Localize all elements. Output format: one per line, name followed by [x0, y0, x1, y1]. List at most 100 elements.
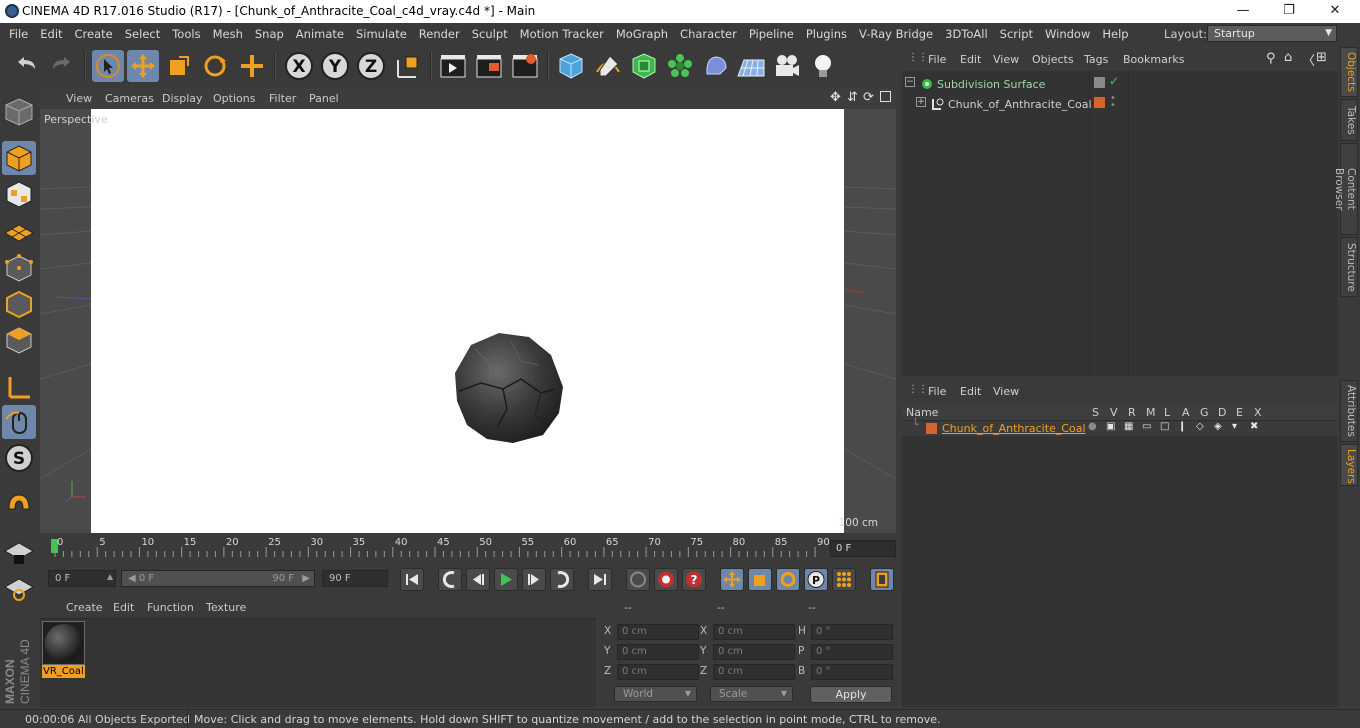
menu-v-ray-bridge[interactable]: V-Ray Bridge — [853, 23, 939, 45]
search-icon[interactable]: ⚲ — [1266, 51, 1276, 66]
layer-column-v[interactable]: V — [1110, 406, 1118, 419]
current-frame-field[interactable]: 0 F — [830, 540, 896, 557]
new-window-icon[interactable]: ⊞ — [1316, 50, 1327, 65]
viewport-menu-filter[interactable]: Filter — [269, 92, 296, 105]
layer-column-a[interactable]: A — [1182, 406, 1190, 419]
menu-render[interactable]: Render — [413, 23, 466, 45]
coord-value-field[interactable]: 0 ° — [811, 624, 893, 640]
layer-row[interactable]: └ Chunk_of_Anthracite_Coal ● ▣ ▦ ▭ □ ❙ ◇ ◈ ▾ ✖ — [902, 418, 1338, 436]
timeline-ruler[interactable]: 0 5 10 15 20 25 30 35 40 45 50 55 60 65 70 75 80 85 90 — [40, 535, 896, 565]
viewport-menu-cameras[interactable]: Cameras — [105, 92, 154, 105]
rotate-tool-button[interactable] — [199, 50, 231, 82]
start-frame-spinner-icon[interactable]: ▲ — [107, 572, 113, 581]
solo-icon[interactable]: ● — [1088, 421, 1097, 432]
go-to-start-button[interactable] — [400, 568, 424, 591]
layer-color-chip[interactable] — [1094, 97, 1105, 108]
object-menu-bookmarks[interactable]: Bookmarks — [1123, 53, 1184, 66]
render-settings-button[interactable] — [509, 50, 541, 82]
menu-simulate[interactable]: Simulate — [350, 23, 413, 45]
edges-mode-button[interactable] — [2, 287, 36, 321]
deformers-icon[interactable]: ◈ — [1214, 421, 1222, 432]
magnet-button[interactable] — [2, 487, 36, 521]
material-menu-edit[interactable]: Edit — [113, 601, 134, 614]
texture-mode-button[interactable] — [2, 177, 36, 211]
move-tool-button[interactable] — [127, 50, 159, 82]
menu-window[interactable]: Window — [1039, 23, 1096, 45]
previous-frame-button[interactable] — [466, 568, 490, 591]
layer-column-e[interactable]: E — [1236, 406, 1243, 419]
viewport-menu-view[interactable]: View — [66, 92, 92, 105]
viewport-menu-display[interactable]: Display — [162, 92, 203, 105]
menu-script[interactable]: Script — [994, 23, 1039, 45]
subdivision-surface-button[interactable] — [628, 50, 660, 82]
coordinate-space-dropdown[interactable]: World ▼ — [614, 686, 697, 702]
collapse-icon[interactable]: − — [905, 77, 915, 87]
tab-layers[interactable]: Layers — [1340, 444, 1358, 486]
layer-column-m[interactable]: M — [1146, 406, 1156, 419]
coord-value-field[interactable]: 0 cm — [713, 644, 795, 660]
object-menu-file[interactable]: File — [928, 53, 946, 66]
coord-value-field[interactable]: 0 cm — [713, 624, 795, 640]
polygons-mode-button[interactable] — [2, 323, 36, 357]
visibility-toggle-icon[interactable] — [1094, 77, 1105, 88]
layer-column-name[interactable]: Name — [906, 406, 938, 419]
object-menu-tags[interactable]: Tags — [1084, 53, 1108, 66]
menu-pipeline[interactable]: Pipeline — [743, 23, 800, 45]
visible-icon[interactable]: ▣ — [1106, 421, 1115, 432]
layer-column-x[interactable]: X — [1254, 406, 1262, 419]
restore-icon[interactable]: ❐ — [1266, 0, 1312, 23]
floor-button[interactable] — [735, 50, 767, 82]
timeline-window-button[interactable] — [870, 568, 894, 591]
material-thumbnail[interactable] — [42, 621, 85, 665]
viewport-maximize-icon[interactable] — [880, 91, 891, 102]
panel-grip-icon[interactable]: ⋮⋮ — [908, 384, 928, 395]
keyframe-selection-button[interactable]: ? — [682, 568, 706, 591]
autokeying-button[interactable] — [654, 568, 678, 591]
cube-primitive-button[interactable] — [555, 50, 587, 82]
layer-column-r[interactable]: R — [1128, 406, 1136, 419]
key-position-button[interactable] — [720, 568, 744, 591]
home-icon[interactable]: ⌂ — [1284, 50, 1292, 65]
object-row-subdivision-surface[interactable]: − Subdivision Surface ✓ — [902, 74, 1338, 94]
tab-takes[interactable]: Takes — [1340, 99, 1358, 141]
undo-button[interactable] — [10, 50, 42, 82]
layer-column-d[interactable]: D — [1218, 406, 1226, 419]
menu-mograph[interactable]: MoGraph — [610, 23, 674, 45]
previous-key-button[interactable] — [438, 568, 462, 591]
animation-icon[interactable]: ❙ — [1178, 421, 1186, 432]
coord-value-field[interactable]: 0 cm — [617, 664, 699, 680]
next-key-button[interactable] — [550, 568, 574, 591]
manager-icon[interactable]: ▭ — [1142, 421, 1151, 432]
anthracite-coal-model[interactable] — [451, 331, 567, 447]
layer-menu-edit[interactable]: Edit — [960, 385, 981, 398]
panel-grip-icon[interactable]: ⋮⋮ — [908, 52, 928, 63]
menu-character[interactable]: Character — [674, 23, 743, 45]
material-menu-create[interactable]: Create — [66, 601, 103, 614]
viewport-rotate-icon[interactable]: ⟳ — [863, 90, 874, 105]
menu-file[interactable]: File — [3, 23, 34, 45]
frame-range-slider[interactable]: ◀ 0 F 90 F ▶ — [121, 570, 315, 587]
layer-column-l[interactable]: L — [1164, 406, 1170, 419]
viewport-menu-panel[interactable]: Panel — [309, 92, 339, 105]
workplane-lock-button[interactable] — [2, 533, 36, 567]
locked-icon[interactable]: □ — [1160, 421, 1169, 432]
perspective-viewport[interactable]: Perspective 100 cm — [40, 109, 896, 533]
tab-attributes[interactable]: Attributes — [1340, 380, 1358, 442]
model-mode-button[interactable] — [2, 141, 36, 175]
material-name[interactable]: VR_Coal — [42, 665, 85, 678]
object-row-coal[interactable]: + Chunk_of_Anthracite_Coal • • — [902, 94, 1338, 114]
expand-icon[interactable]: + — [916, 97, 926, 107]
record-keys-button[interactable] — [626, 568, 650, 591]
expressions-icon[interactable]: ▾ — [1232, 421, 1237, 432]
generators-icon[interactable]: ◇ — [1196, 421, 1204, 432]
visibility-dots-icon[interactable]: • • — [1110, 94, 1116, 111]
render-view-button[interactable] — [437, 50, 469, 82]
viewport-move-icon[interactable]: ✥ — [830, 90, 841, 105]
snapping-button[interactable]: S — [2, 441, 36, 475]
menu-select[interactable]: Select — [119, 23, 166, 45]
xref-icon[interactable]: ✖ — [1250, 421, 1258, 432]
tab-objects[interactable]: Objects — [1340, 47, 1358, 97]
tweak-mode-button[interactable] — [2, 405, 36, 439]
menu-snap[interactable]: Snap — [249, 23, 290, 45]
key-rotation-button[interactable] — [776, 568, 800, 591]
